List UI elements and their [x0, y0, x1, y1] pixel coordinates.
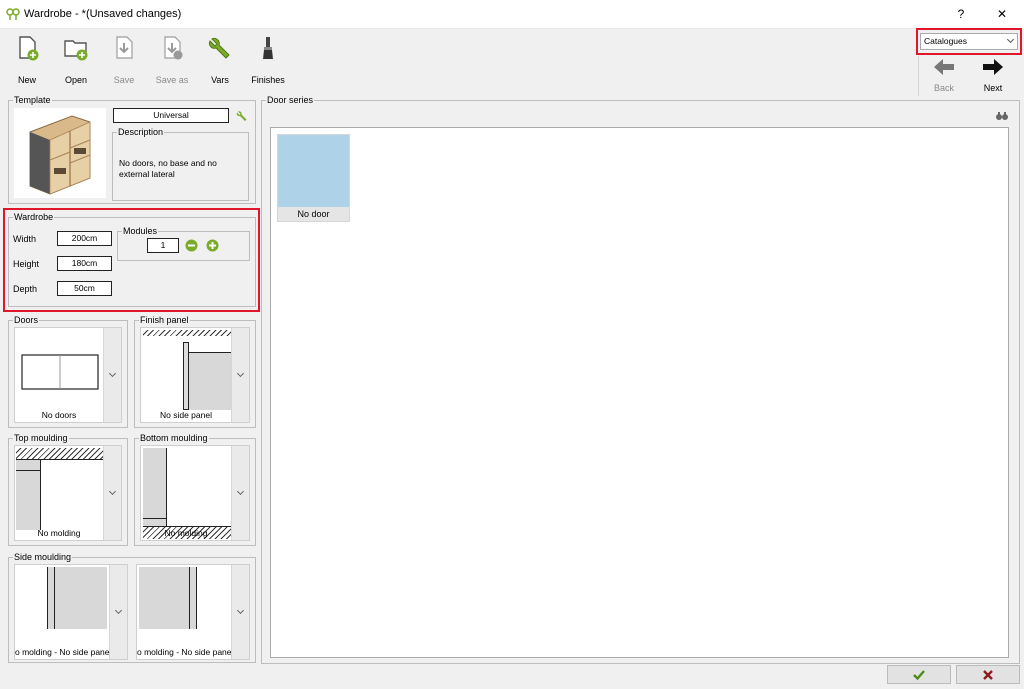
doors-select[interactable]: No doors — [14, 327, 122, 423]
description-group: Description No doors, no base and no ext… — [112, 127, 249, 201]
template-group: Template Universal Description No doors,… — [8, 95, 256, 204]
new-file-icon — [19, 36, 39, 61]
cross-icon — [983, 670, 993, 680]
panel-shape — [189, 352, 231, 410]
moulding-line — [143, 518, 167, 519]
finishes-button[interactable]: Finishes — [248, 34, 288, 85]
door-swatch — [278, 135, 349, 207]
paintbrush-icon — [263, 37, 273, 59]
chevron-down-icon[interactable] — [103, 446, 121, 540]
vars-button[interactable]: Vars — [200, 34, 240, 85]
bottom-moulding-group: Bottom moulding No molding — [134, 433, 256, 546]
finish-panel-group: Finish panel No side panel — [134, 315, 256, 428]
close-button[interactable]: ✕ — [991, 4, 1013, 24]
side-moulding-left-select[interactable]: o molding - No side pane — [14, 564, 128, 660]
width-field[interactable]: 200cm — [57, 231, 112, 246]
checkmark-icon — [913, 670, 925, 681]
divider — [918, 56, 919, 96]
wardrobe-icon — [29, 115, 91, 195]
moulding-shape — [47, 567, 55, 629]
chevron-down-icon[interactable] — [231, 565, 249, 659]
app-icon — [6, 8, 20, 20]
height-field[interactable]: 180cm — [57, 256, 112, 271]
back-button[interactable]: Back — [926, 58, 962, 93]
ok-button[interactable] — [887, 665, 951, 684]
save-as-icon — [164, 36, 183, 60]
door-series-list: No door — [270, 127, 1009, 658]
open-folder-icon — [64, 40, 88, 61]
cancel-button[interactable] — [956, 665, 1020, 684]
save-icon — [116, 36, 133, 59]
chevron-down-icon[interactable] — [109, 565, 127, 659]
wrench-icon[interactable] — [235, 109, 249, 123]
chevron-down-icon[interactable] — [231, 328, 249, 422]
chevron-down-icon — [1006, 35, 1015, 44]
chevron-down-icon[interactable] — [103, 328, 121, 422]
side-moulding-right-select[interactable]: o molding - No side pane — [136, 564, 250, 660]
height-label: Height — [13, 259, 40, 269]
template-thumbnail[interactable] — [14, 108, 106, 198]
bottom-moulding-select[interactable]: No molding — [140, 445, 250, 541]
doors-group: Doors No doors — [8, 315, 128, 428]
hatch-pattern — [143, 330, 231, 336]
modules-group: Modules 1 — [117, 226, 250, 261]
arrow-right-icon — [983, 59, 1003, 75]
moulding-line — [16, 470, 41, 471]
depth-label: Depth — [13, 284, 38, 294]
finish-panel-select[interactable]: No side panel — [140, 327, 250, 423]
hatch-pattern — [16, 448, 104, 460]
open-button[interactable]: Open — [56, 34, 96, 85]
modules-field[interactable]: 1 — [147, 238, 179, 253]
binoculars-icon[interactable] — [995, 111, 1009, 121]
save-button[interactable]: Save — [104, 34, 144, 85]
panel-shape — [139, 567, 189, 629]
door-series-group: Door series No door — [261, 95, 1020, 664]
chevron-down-icon[interactable] — [231, 446, 249, 540]
window-title: Wardrobe - *(Unsaved changes) — [24, 8, 182, 20]
help-button[interactable]: ? — [950, 4, 972, 24]
minus-icon[interactable] — [185, 239, 198, 252]
doors-preview — [21, 354, 99, 390]
side-moulding-group: Side moulding o molding - No side pane o… — [8, 552, 256, 663]
top-moulding-select[interactable]: No molding — [14, 445, 122, 541]
plus-icon[interactable] — [206, 239, 219, 252]
description-text: No doors, no base and no external latera… — [119, 158, 217, 179]
save-as-button[interactable]: Save as — [152, 34, 192, 85]
panel-shape — [55, 567, 107, 629]
door-series-item[interactable]: No door — [277, 134, 350, 222]
moulding-shape — [143, 448, 167, 528]
width-label: Width — [13, 234, 37, 244]
depth-field[interactable]: 50cm — [57, 281, 112, 296]
arrow-left-icon — [934, 59, 954, 75]
title-bar: Wardrobe - *(Unsaved changes) ? ✕ — [0, 0, 1024, 29]
catalogues-select[interactable]: Catalogues — [920, 33, 1018, 50]
wardrobe-group: Wardrobe Width 200cm Height 180cm Depth … — [8, 212, 256, 307]
new-button[interactable]: New — [7, 34, 47, 85]
top-moulding-group: Top moulding No molding — [8, 433, 128, 546]
moulding-shape — [189, 567, 197, 629]
wrench-icon — [209, 38, 230, 59]
next-button[interactable]: Next — [975, 58, 1011, 93]
template-name-field[interactable]: Universal — [113, 108, 229, 123]
